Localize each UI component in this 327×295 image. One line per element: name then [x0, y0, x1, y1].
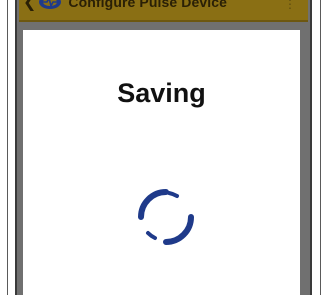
pulse-logo-icon [39, 0, 62, 9]
dialog-title: Saving [117, 78, 206, 108]
app-bar: ❮ Configure Pulse Device ⋮ [19, 0, 308, 22]
overflow-menu-icon[interactable]: ⋮ [284, 0, 296, 11]
screen: ❮ Configure Pulse Device ⋮ Saving [0, 0, 327, 295]
right-edge-divider [320, 0, 321, 295]
device-frame: ❮ Configure Pulse Device ⋮ Saving [15, 0, 312, 295]
chevron-left-icon: ❮ [23, 0, 37, 11]
saving-dialog: Saving [23, 30, 300, 295]
back-button[interactable]: ❮ [23, 0, 62, 10]
left-edge-divider [7, 0, 8, 295]
app-bar-title: Configure Pulse Device [68, 0, 227, 10]
loading-spinner-icon [138, 189, 194, 245]
